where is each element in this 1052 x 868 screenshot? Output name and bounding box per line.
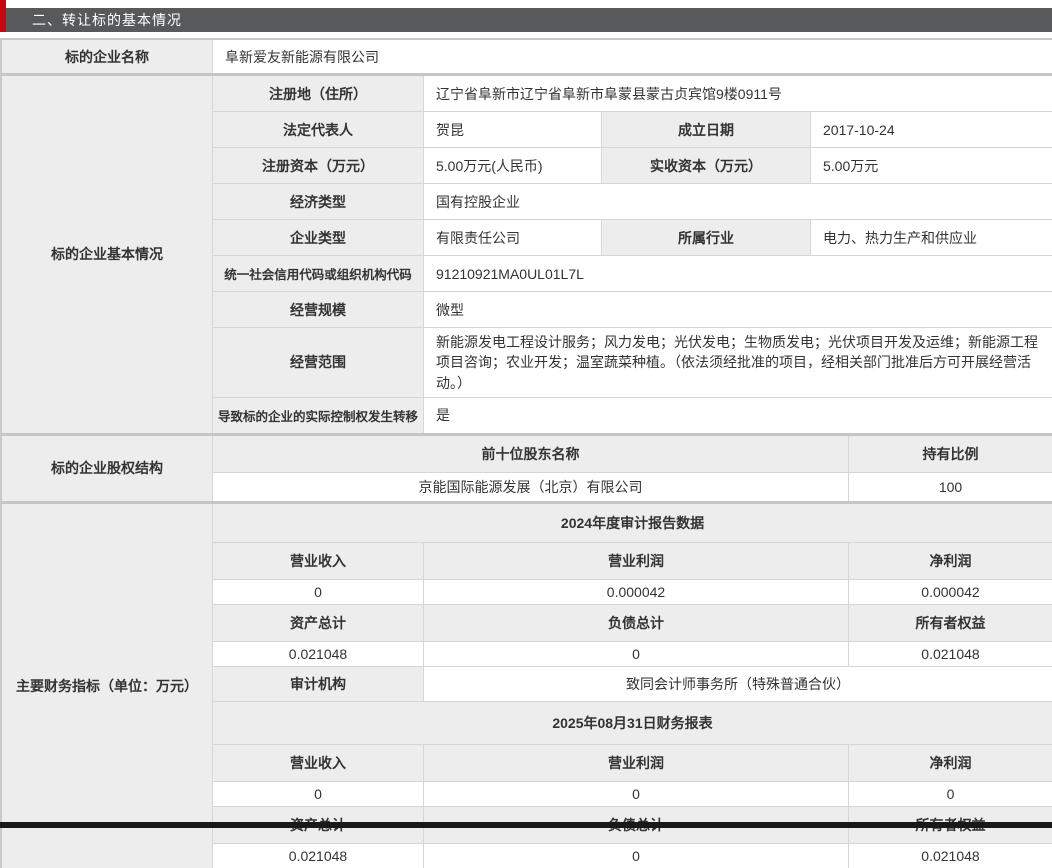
report-title-row: 2025年08月31日财务报表 <box>213 701 1052 744</box>
target-name-value: 阜新爱友新能源有限公司 <box>213 40 1052 73</box>
column-header: 营业利润 <box>423 543 848 579</box>
table-row: 注册地（住所） 辽宁省阜新市辽宁省阜新市阜蒙县蒙古贞宾馆9楼0911号 <box>213 76 1052 111</box>
row-value: 电力、热力生产和供应业 <box>810 220 1052 255</box>
financials-group-label: 主要财务指标（单位：万元） <box>2 504 212 868</box>
row-label: 法定代表人 <box>213 112 423 147</box>
column-header: 所有者权益 <box>848 605 1052 641</box>
report-title: 2024年度审计报告数据 <box>213 504 1052 542</box>
row-value: 2017-10-24 <box>810 112 1052 147</box>
row-value: 贺昆 <box>423 112 601 147</box>
shareholding-group-label: 标的企业股权结构 <box>2 436 212 501</box>
financial-value: 0 <box>848 782 1052 806</box>
auditor-value: 致同会计师事务所（特殊普通合伙） <box>423 667 1052 701</box>
row-label: 所属行业 <box>601 220 810 255</box>
column-header: 营业收入 <box>213 543 423 579</box>
column-header: 营业利润 <box>423 745 848 781</box>
row-label: 注册资本（万元） <box>213 148 423 183</box>
column-header: 净利润 <box>848 543 1052 579</box>
auditor-row: 审计机构 致同会计师事务所（特殊普通合伙） <box>213 666 1052 701</box>
financial-value: 0.000042 <box>423 580 848 604</box>
table-row: 统一社会信用代码或组织机构代码 91210921MA0UL01L7L <box>213 255 1052 291</box>
financial-value-row: 0.021048 0 0.021048 <box>213 843 1052 868</box>
row-label: 经营范围 <box>213 328 423 397</box>
financial-value: 0.000042 <box>848 580 1052 604</box>
target-name-label: 标的企业名称 <box>2 40 212 73</box>
table-row: 法定代表人 贺昆 成立日期 2017-10-24 <box>213 111 1052 147</box>
financial-value: 0 <box>423 642 848 666</box>
row-value: 辽宁省阜新市辽宁省阜新市阜蒙县蒙古贞宾馆9楼0911号 <box>423 76 1052 111</box>
row-value: 微型 <box>423 292 1052 327</box>
transfer-target-table: 标的企业名称 阜新爱友新能源有限公司 标的企业基本情况 注册地（住所） 辽宁省阜… <box>0 38 1052 868</box>
financial-header-row: 营业收入 营业利润 净利润 <box>213 744 1052 781</box>
financial-value: 0 <box>213 782 423 806</box>
row-value: 有限责任公司 <box>423 220 601 255</box>
row-label: 经济类型 <box>213 184 423 219</box>
basic-info-section: 标的企业基本情况 注册地（住所） 辽宁省阜新市辽宁省阜新市阜蒙县蒙古贞宾馆9楼0… <box>2 73 1052 433</box>
financials-section: 主要财务指标（单位：万元） 2024年度审计报告数据 营业收入 营业利润 净利润… <box>2 501 1052 868</box>
row-value: 5.00万元 <box>810 148 1052 183</box>
financial-value: 0 <box>423 844 848 868</box>
row-value: 5.00万元(人民币) <box>423 148 601 183</box>
shareholder-name: 京能国际能源发展（北京）有限公司 <box>213 473 848 501</box>
financial-header-row: 营业收入 营业利润 净利润 <box>213 542 1052 579</box>
row-label: 实收资本（万元） <box>601 148 810 183</box>
row-value: 是 <box>423 398 1052 433</box>
financial-value-row: 0 0 0 <box>213 781 1052 806</box>
section-title-bar: 二、转让标的基本情况 <box>0 0 1052 32</box>
column-header: 营业收入 <box>213 745 423 781</box>
row-label: 企业类型 <box>213 220 423 255</box>
column-header: 净利润 <box>848 745 1052 781</box>
financial-value: 0.021048 <box>848 642 1052 666</box>
row-label: 统一社会信用代码或组织机构代码 <box>213 256 423 291</box>
row-value: 91210921MA0UL01L7L <box>423 256 1052 291</box>
section-title: 二、转让标的基本情况 <box>6 8 1052 32</box>
row-label: 成立日期 <box>601 112 810 147</box>
financial-header-row: 资产总计 负债总计 所有者权益 <box>213 604 1052 641</box>
table-row: 经营范围 新能源发电工程设计服务；风力发电；光伏发电；生物质发电；光伏项目开发及… <box>213 327 1052 397</box>
basic-info-group-label: 标的企业基本情况 <box>2 76 212 433</box>
financial-value: 0 <box>213 580 423 604</box>
financial-value-row: 0.021048 0 0.021048 <box>213 641 1052 666</box>
auditor-label: 审计机构 <box>213 667 423 701</box>
report-title: 2025年08月31日财务报表 <box>213 702 1052 744</box>
row-label: 经营规模 <box>213 292 423 327</box>
report-title-row: 2024年度审计报告数据 <box>213 504 1052 542</box>
shareholder-header-row: 前十位股东名称 持有比例 <box>213 436 1052 472</box>
bottom-divider-bar <box>0 822 1052 828</box>
row-label: 注册地（住所） <box>213 76 423 111</box>
table-row: 经营规模 微型 <box>213 291 1052 327</box>
row-value: 国有控股企业 <box>423 184 1052 219</box>
table-row: 注册资本（万元） 5.00万元(人民币) 实收资本（万元） 5.00万元 <box>213 147 1052 183</box>
table-row: 导致标的企业的实际控制权发生转移 是 <box>213 397 1052 433</box>
target-name-section: 标的企业名称 阜新爱友新能源有限公司 <box>2 38 1052 73</box>
shareholding-section: 标的企业股权结构 前十位股东名称 持有比例 京能国际能源发展（北京）有限公司 1… <box>2 433 1052 501</box>
column-header-holding-ratio: 持有比例 <box>848 436 1052 472</box>
row-label: 导致标的企业的实际控制权发生转移 <box>213 398 423 433</box>
financial-value: 0.021048 <box>848 844 1052 868</box>
financial-value-row: 0 0.000042 0.000042 <box>213 579 1052 604</box>
table-row: 企业类型 有限责任公司 所属行业 电力、热力生产和供应业 <box>213 219 1052 255</box>
row-value: 新能源发电工程设计服务；风力发电；光伏发电；生物质发电；光伏项目开发及运维；新能… <box>423 328 1052 397</box>
financial-value: 0.021048 <box>213 642 423 666</box>
table-row: 经济类型 国有控股企业 <box>213 183 1052 219</box>
shareholder-row: 京能国际能源发展（北京）有限公司 100 <box>213 472 1052 501</box>
column-header: 资产总计 <box>213 605 423 641</box>
holding-ratio: 100 <box>848 473 1052 501</box>
column-header-shareholder-name: 前十位股东名称 <box>213 436 848 472</box>
financial-value: 0 <box>423 782 848 806</box>
financial-value: 0.021048 <box>213 844 423 868</box>
column-header: 负债总计 <box>423 605 848 641</box>
